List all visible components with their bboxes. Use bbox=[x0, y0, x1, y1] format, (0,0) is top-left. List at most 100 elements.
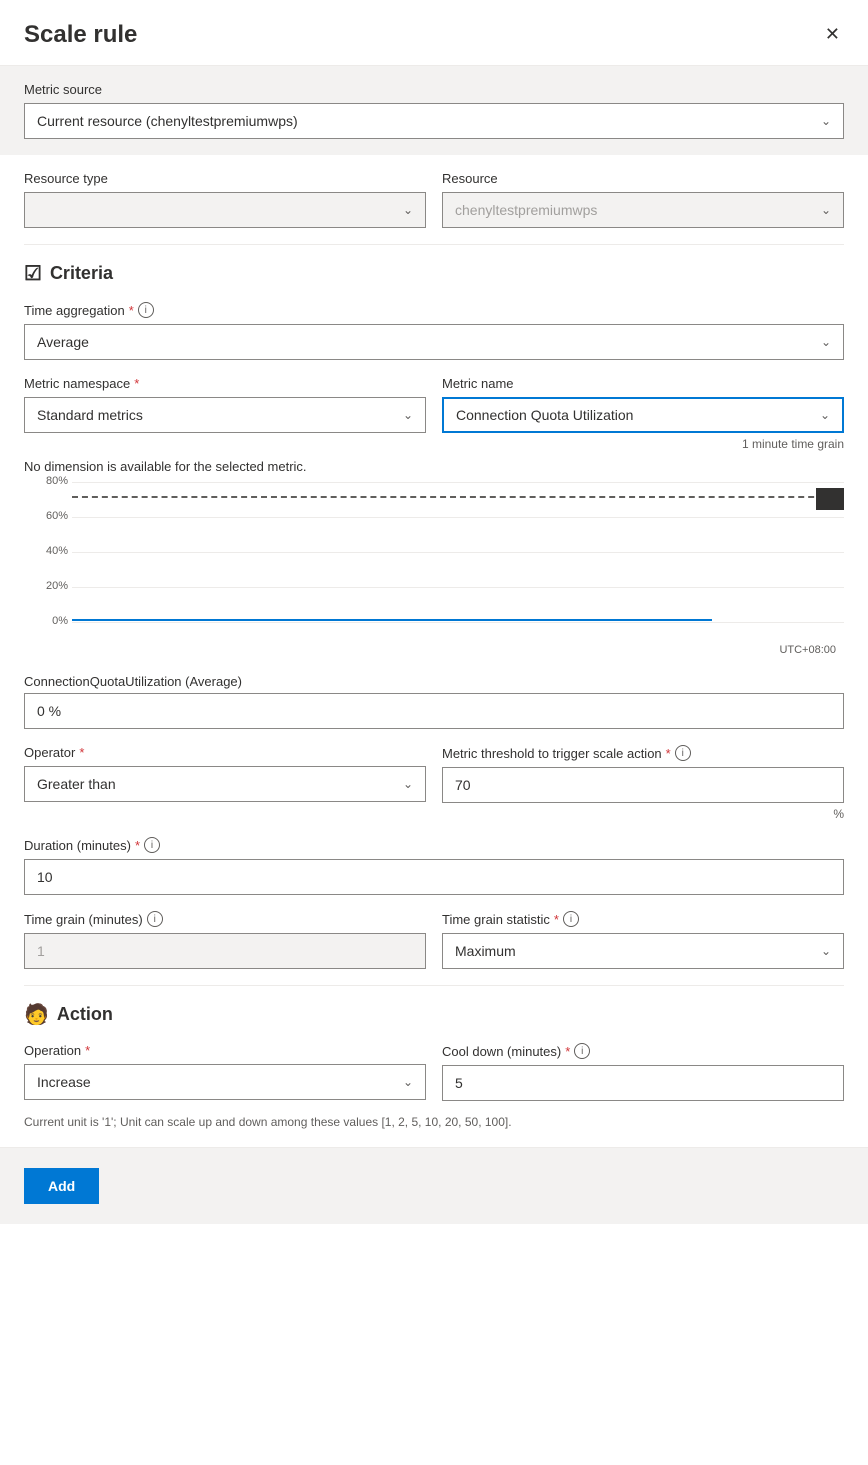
resource-section: Resource type ⌄ Resource chenyltestpremi… bbox=[0, 155, 868, 244]
time-grain-minutes-label: Time grain (minutes) i bbox=[24, 911, 426, 927]
time-grain-minutes-input bbox=[24, 933, 426, 969]
time-grain-row: Time grain (minutes) i Time grain statis… bbox=[24, 911, 844, 969]
chart-label-60: 60% bbox=[24, 510, 68, 522]
operation-label: Operation * bbox=[24, 1043, 426, 1058]
metric-namespace-field: Metric namespace * Standard metrics ⌄ bbox=[24, 376, 426, 433]
operator-select[interactable]: Greater than ⌄ bbox=[24, 766, 426, 802]
cool-down-label: Cool down (minutes) * i bbox=[442, 1043, 844, 1059]
chart-gridlines-area: 80% 60% 40% 20% bbox=[24, 482, 844, 622]
metric-namespace-label: Metric namespace * bbox=[24, 376, 426, 391]
metric-source-section: Metric source Current resource (chenylte… bbox=[0, 66, 868, 155]
metric-value-label: ConnectionQuotaUtilization (Average) bbox=[24, 674, 844, 689]
cool-down-field: Cool down (minutes) * i bbox=[442, 1043, 844, 1101]
chart-black-block bbox=[816, 488, 844, 510]
threshold-dashed-line bbox=[72, 496, 844, 498]
action-footer-text: Current unit is '1'; Unit can scale up a… bbox=[24, 1113, 844, 1131]
duration-required: * bbox=[135, 838, 140, 853]
duration-input[interactable] bbox=[24, 859, 844, 895]
metric-source-select[interactable]: Current resource (chenyltestpremiumwps) … bbox=[24, 103, 844, 139]
metric-name-field: Metric name Connection Quota Utilization… bbox=[442, 376, 844, 433]
resource-type-label: Resource type bbox=[24, 171, 426, 186]
cool-down-input[interactable] bbox=[442, 1065, 844, 1101]
criteria-header: ☑ Criteria bbox=[24, 261, 844, 286]
chart-label-20: 20% bbox=[24, 580, 68, 592]
metric-name-select[interactable]: Connection Quota Utilization ⌄ bbox=[442, 397, 844, 433]
metric-name-label: Metric name bbox=[442, 376, 844, 391]
action-icon: 🧑 bbox=[24, 1002, 49, 1027]
criteria-icon: ☑ bbox=[24, 261, 42, 286]
action-heading: Action bbox=[57, 1004, 113, 1025]
resource-type-field: Resource type ⌄ bbox=[24, 171, 426, 228]
operation-select[interactable]: Increase ⌄ bbox=[24, 1064, 426, 1100]
duration-info-icon[interactable]: i bbox=[144, 837, 160, 853]
threshold-suffix: % bbox=[24, 807, 844, 821]
gridline-0 bbox=[72, 622, 844, 623]
close-button[interactable]: ✕ bbox=[821, 20, 844, 49]
chart-timezone: UTC+08:00 bbox=[24, 644, 844, 656]
panel-header: Scale rule ✕ bbox=[0, 0, 868, 66]
action-header: 🧑 Action bbox=[24, 1002, 844, 1027]
gridline-40 bbox=[72, 552, 844, 553]
resource-type-chevron-icon: ⌄ bbox=[403, 203, 413, 217]
metric-namespace-chevron-icon: ⌄ bbox=[403, 408, 413, 422]
chart-area: 80% 60% 40% 20% bbox=[24, 482, 844, 642]
operation-field: Operation * Increase ⌄ bbox=[24, 1043, 426, 1101]
resource-chevron-icon: ⌄ bbox=[821, 203, 831, 217]
resource-label: Resource bbox=[442, 171, 844, 186]
no-dimension-text: No dimension is available for the select… bbox=[24, 459, 844, 474]
metric-name-chevron-icon: ⌄ bbox=[820, 408, 830, 422]
time-grain-statistic-label: Time grain statistic * i bbox=[442, 911, 844, 927]
operator-required: * bbox=[79, 745, 84, 760]
time-grain-statistic-chevron-icon: ⌄ bbox=[821, 944, 831, 958]
time-grain-minutes-info-icon[interactable]: i bbox=[147, 911, 163, 927]
chevron-down-icon: ⌄ bbox=[821, 114, 831, 128]
time-grain-text: 1 minute time grain bbox=[24, 437, 844, 451]
metric-value-input[interactable] bbox=[24, 693, 844, 729]
cool-down-required: * bbox=[565, 1044, 570, 1059]
threshold-required: * bbox=[666, 746, 671, 761]
metric-row: Metric namespace * Standard metrics ⌄ Me… bbox=[24, 376, 844, 433]
chart-container: 80% 60% 40% 20% bbox=[24, 482, 844, 662]
duration-label: Duration (minutes) * i bbox=[24, 837, 844, 853]
add-button[interactable]: Add bbox=[24, 1168, 99, 1204]
action-section: 🧑 Action Operation * Increase ⌄ Cool dow… bbox=[0, 986, 868, 1147]
chart-label-40: 40% bbox=[24, 545, 68, 557]
operation-chevron-icon: ⌄ bbox=[403, 1075, 413, 1089]
operator-field: Operator * Greater than ⌄ bbox=[24, 745, 426, 803]
time-aggregation-info-icon[interactable]: i bbox=[138, 302, 154, 318]
operator-chevron-icon: ⌄ bbox=[403, 777, 413, 791]
time-grain-statistic-select[interactable]: Maximum ⌄ bbox=[442, 933, 844, 969]
gridline-80 bbox=[72, 482, 844, 483]
threshold-label: Metric threshold to trigger scale action… bbox=[442, 745, 844, 761]
resource-type-select[interactable]: ⌄ bbox=[24, 192, 426, 228]
threshold-info-icon[interactable]: i bbox=[675, 745, 691, 761]
time-aggregation-required: * bbox=[129, 303, 134, 318]
threshold-field: Metric threshold to trigger scale action… bbox=[442, 745, 844, 803]
metric-namespace-select[interactable]: Standard metrics ⌄ bbox=[24, 397, 426, 433]
criteria-section: ☑ Criteria Time aggregation * i Average … bbox=[0, 245, 868, 985]
time-aggregation-label: Time aggregation * i bbox=[24, 302, 844, 318]
threshold-input[interactable] bbox=[442, 767, 844, 803]
operator-threshold-row: Operator * Greater than ⌄ Metric thresho… bbox=[24, 745, 844, 803]
gridline-20 bbox=[72, 587, 844, 588]
resource-select[interactable]: chenyltestpremiumwps ⌄ bbox=[442, 192, 844, 228]
time-grain-statistic-required: * bbox=[554, 912, 559, 927]
close-icon: ✕ bbox=[825, 24, 840, 45]
criteria-heading: Criteria bbox=[50, 263, 113, 284]
action-row: Operation * Increase ⌄ Cool down (minute… bbox=[24, 1043, 844, 1101]
time-grain-statistic-field: Time grain statistic * i Maximum ⌄ bbox=[442, 911, 844, 969]
metric-source-label: Metric source bbox=[24, 82, 844, 97]
metric-namespace-required: * bbox=[134, 376, 139, 391]
time-grain-minutes-field: Time grain (minutes) i bbox=[24, 911, 426, 969]
time-aggregation-field: Time aggregation * i Average ⌄ bbox=[24, 302, 844, 360]
time-grain-statistic-info-icon[interactable]: i bbox=[563, 911, 579, 927]
operation-required: * bbox=[85, 1043, 90, 1058]
panel-title: Scale rule bbox=[24, 21, 137, 49]
scale-rule-panel: Scale rule ✕ Metric source Current resou… bbox=[0, 0, 868, 1224]
chart-blue-line bbox=[72, 619, 712, 621]
cool-down-info-icon[interactable]: i bbox=[574, 1043, 590, 1059]
panel-footer: Add bbox=[0, 1147, 868, 1224]
time-aggregation-select[interactable]: Average ⌄ bbox=[24, 324, 844, 360]
gridline-60 bbox=[72, 517, 844, 518]
chart-label-0: 0% bbox=[24, 615, 68, 627]
